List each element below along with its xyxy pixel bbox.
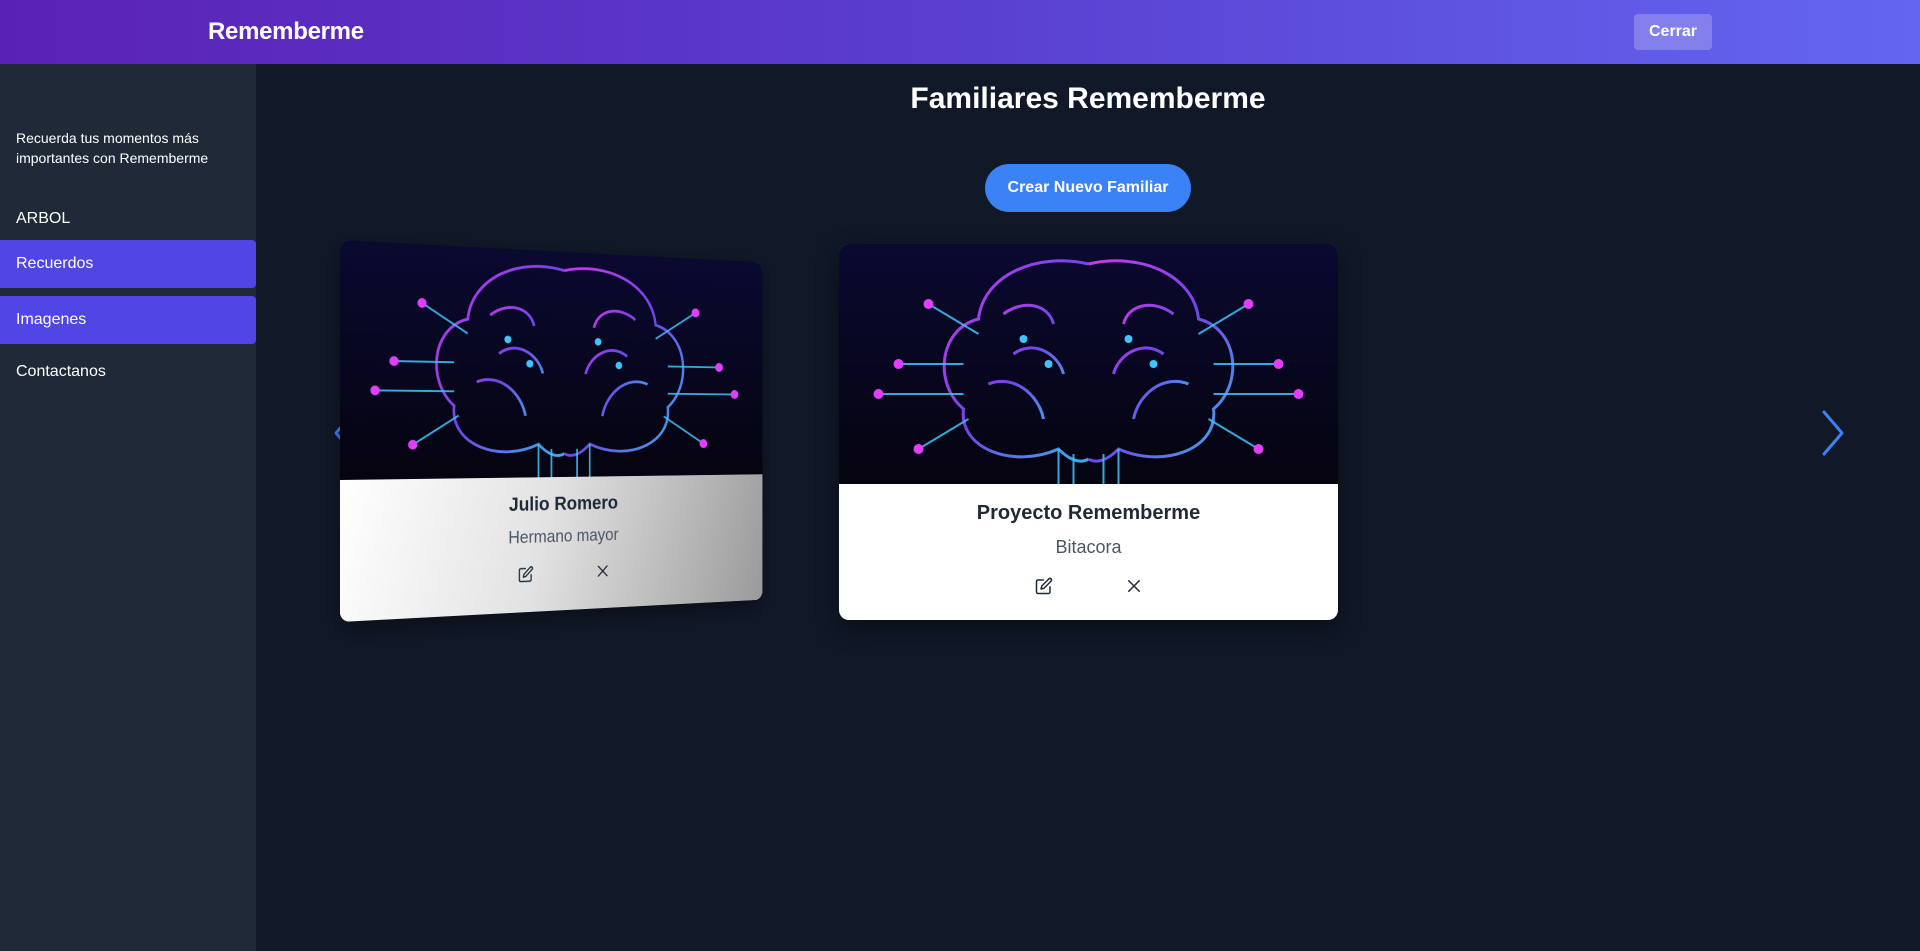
close-icon xyxy=(1127,580,1140,592)
create-family-member-button[interactable]: Crear Nuevo Familiar xyxy=(985,164,1191,212)
sidebar-heading-arbol[interactable]: ARBOL xyxy=(16,210,70,228)
close-icon xyxy=(595,562,610,579)
card-image-circuit-brain xyxy=(839,244,1338,484)
card-relation: Hermano mayor xyxy=(508,525,619,548)
delete-button[interactable] xyxy=(592,560,612,583)
brand-title[interactable]: Rememberme xyxy=(208,18,364,46)
edit-button[interactable] xyxy=(515,562,536,586)
card-relation: Bitacora xyxy=(1055,537,1122,557)
delete-button[interactable] xyxy=(1122,574,1146,598)
page-title: Familiares Rememberme xyxy=(910,82,1266,115)
carousel-next-button[interactable] xyxy=(1818,408,1848,458)
sidebar: Recuerda tus momentos más importantes co… xyxy=(0,64,256,951)
family-card[interactable]: Proyecto Rememberme Bitacora xyxy=(839,244,1338,620)
card-body: Proyecto Rememberme Bitacora xyxy=(839,484,1338,620)
card-name: Proyecto Rememberme xyxy=(976,502,1201,524)
card-actions xyxy=(839,574,1338,598)
edit-icon xyxy=(518,565,534,583)
family-card[interactable]: Julio Romero Hermano mayor xyxy=(340,240,763,622)
sidebar-item-imagenes[interactable]: Imagenes xyxy=(0,296,256,344)
edit-button[interactable] xyxy=(1032,574,1056,598)
sidebar-item-recuerdos[interactable]: Recuerdos xyxy=(0,240,256,288)
card-actions xyxy=(340,554,762,594)
cerrar-button[interactable]: Cerrar xyxy=(1634,14,1712,50)
sidebar-tagline: Recuerda tus momentos más importantes co… xyxy=(16,130,209,166)
card-name: Julio Romero xyxy=(508,492,618,516)
top-navbar: Rememberme Cerrar xyxy=(0,0,1920,64)
card-body: Julio Romero Hermano mayor xyxy=(340,474,763,622)
sidebar-item-contactanos[interactable]: Contactanos xyxy=(0,348,256,396)
chevron-right-icon xyxy=(1822,410,1844,456)
edit-icon xyxy=(1035,577,1052,595)
card-image-circuit-brain xyxy=(340,240,763,480)
